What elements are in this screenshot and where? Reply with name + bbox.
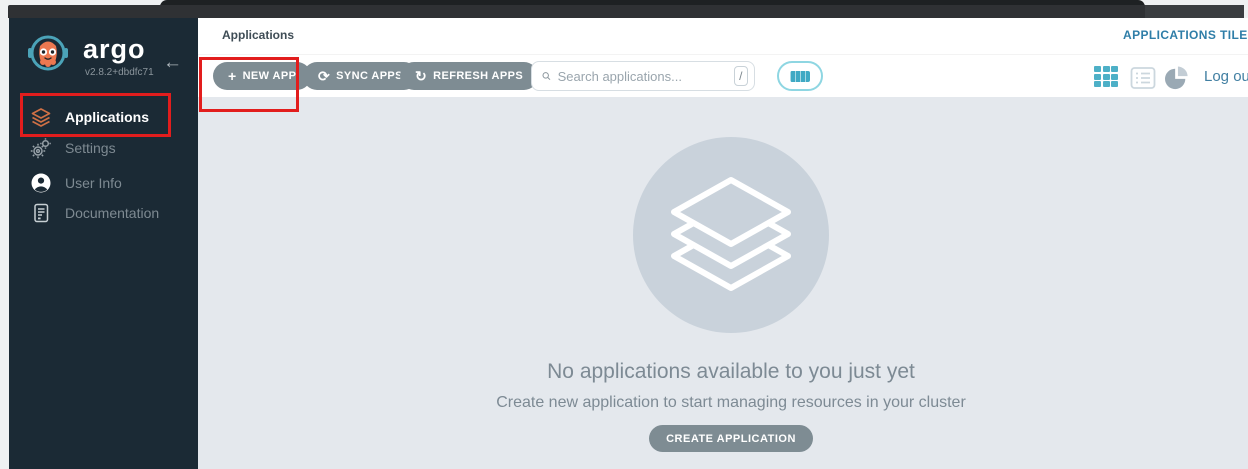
pie-chart-icon[interactable] [1164, 66, 1190, 90]
user-icon [29, 171, 53, 195]
gears-icon [29, 136, 53, 160]
create-application-button[interactable]: CREATE APPLICATION [649, 425, 813, 452]
version-label: v2.8.2+dbdfc71 [85, 67, 154, 78]
slash-shortcut-badge: / [734, 66, 748, 86]
refresh-icon: ↻ [415, 69, 427, 83]
sidebar-item-label: User Info [65, 175, 122, 191]
argo-octopus-logo-icon [27, 32, 71, 78]
breadcrumb: Applications [222, 28, 294, 42]
sidebar-item-label: Applications [65, 109, 149, 125]
app-window: argo v2.8.2+dbdfc71 ← Applications [9, 18, 1248, 469]
empty-state-circle [633, 137, 829, 333]
document-icon [29, 201, 53, 225]
logo-row: argo v2.8.2+dbdfc71 ← [25, 30, 195, 82]
browser-chrome-right-segment [1145, 5, 1244, 18]
sidebar-item-applications[interactable]: Applications [9, 101, 198, 133]
sync-icon: ⟳ [318, 69, 330, 83]
favorites-toggle[interactable] [777, 61, 823, 91]
sidebar-item-label: Documentation [65, 205, 159, 221]
search-input[interactable] [558, 69, 734, 84]
sidebar-item-settings[interactable]: Settings [9, 132, 198, 164]
top-bar: Applications APPLICATIONS TILES + NEW AP… [198, 18, 1248, 97]
list-view-icon[interactable] [1130, 66, 1156, 90]
sidebar-item-user-info[interactable]: User Info [9, 167, 198, 199]
tiles-view-icon[interactable] [1094, 66, 1120, 90]
logout-link[interactable]: Log out [1204, 68, 1248, 85]
empty-state-title: No applications available to you just ye… [214, 360, 1248, 384]
search-box[interactable]: / [531, 61, 755, 91]
layers-icon [29, 105, 53, 129]
header-separator [198, 54, 1248, 55]
refresh-apps-button-label: REFRESH APPS [433, 70, 523, 82]
new-app-button[interactable]: + NEW APP [213, 62, 311, 90]
empty-state-subtitle: Create new application to start managing… [214, 394, 1248, 412]
sync-apps-button-label: SYNC APPS [336, 70, 403, 82]
stacked-layers-icon [666, 174, 796, 296]
search-icon [542, 69, 551, 83]
sidebar-item-label: Settings [65, 140, 116, 156]
sidebar-item-documentation[interactable]: Documentation [9, 197, 198, 229]
sidebar-collapse-icon[interactable]: ← [163, 53, 182, 72]
refresh-apps-button[interactable]: ↻ REFRESH APPS [400, 62, 538, 90]
page-title-right: APPLICATIONS TILES [1123, 28, 1248, 42]
keyboard-toggle-icon [790, 71, 810, 82]
sidebar: argo v2.8.2+dbdfc71 ← Applications [9, 18, 198, 469]
browser-chrome-bar [8, 5, 1244, 18]
plus-icon: + [228, 69, 237, 83]
argo-logo-text: argo [83, 34, 146, 65]
screenshot-root: argo v2.8.2+dbdfc71 ← Applications [0, 0, 1248, 469]
new-app-button-label: NEW APP [243, 70, 297, 82]
applications-content: No applications available to you just ye… [198, 97, 1248, 469]
